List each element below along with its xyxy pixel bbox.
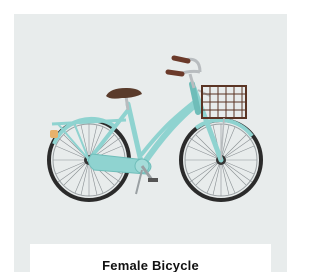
product-title: Female Bicycle bbox=[102, 258, 199, 272]
crank bbox=[134, 158, 158, 182]
caption-card: Female Bicycle bbox=[30, 244, 271, 272]
saddle-icon bbox=[106, 88, 142, 99]
rear-reflector bbox=[50, 130, 58, 138]
image-panel: Female Bicycle bbox=[14, 14, 287, 272]
bicycle-illustration bbox=[47, 55, 263, 202]
product-card: Female Bicycle bbox=[0, 0, 301, 272]
handlebar bbox=[165, 55, 202, 89]
